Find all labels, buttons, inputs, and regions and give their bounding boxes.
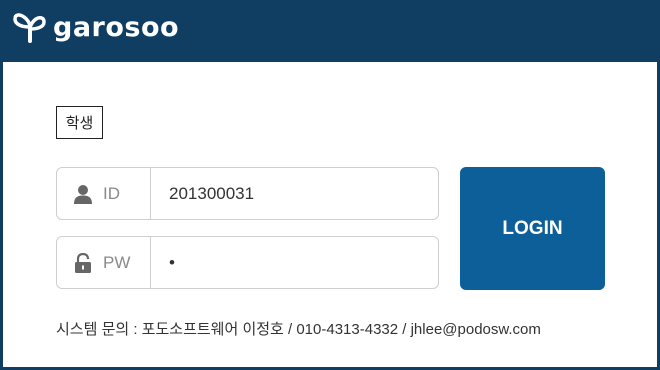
id-field[interactable]: ID 201300031 — [56, 167, 439, 220]
role-badge: 학생 — [56, 106, 103, 139]
logo-text: garosoo — [53, 12, 180, 43]
pw-input[interactable]: • — [151, 237, 438, 288]
id-label-box: ID — [57, 168, 151, 219]
pw-field[interactable]: PW • — [56, 236, 439, 289]
logo[interactable]: garosoo — [11, 11, 179, 45]
sprout-icon — [13, 13, 46, 43]
lock-icon — [75, 252, 91, 273]
id-label: ID — [103, 183, 120, 203]
pw-masked-value: • — [169, 252, 175, 272]
user-icon — [74, 184, 92, 204]
pw-label: PW — [103, 252, 131, 272]
app-header: garosoo — [0, 0, 660, 62]
login-button[interactable]: LOGIN — [460, 167, 605, 290]
pw-label-box: PW — [57, 237, 151, 288]
contact-info: 시스템 문의 : 포도소프트웨어 이정호 / 010-4313-4332 / j… — [56, 321, 541, 338]
id-input[interactable]: 201300031 — [151, 168, 438, 219]
